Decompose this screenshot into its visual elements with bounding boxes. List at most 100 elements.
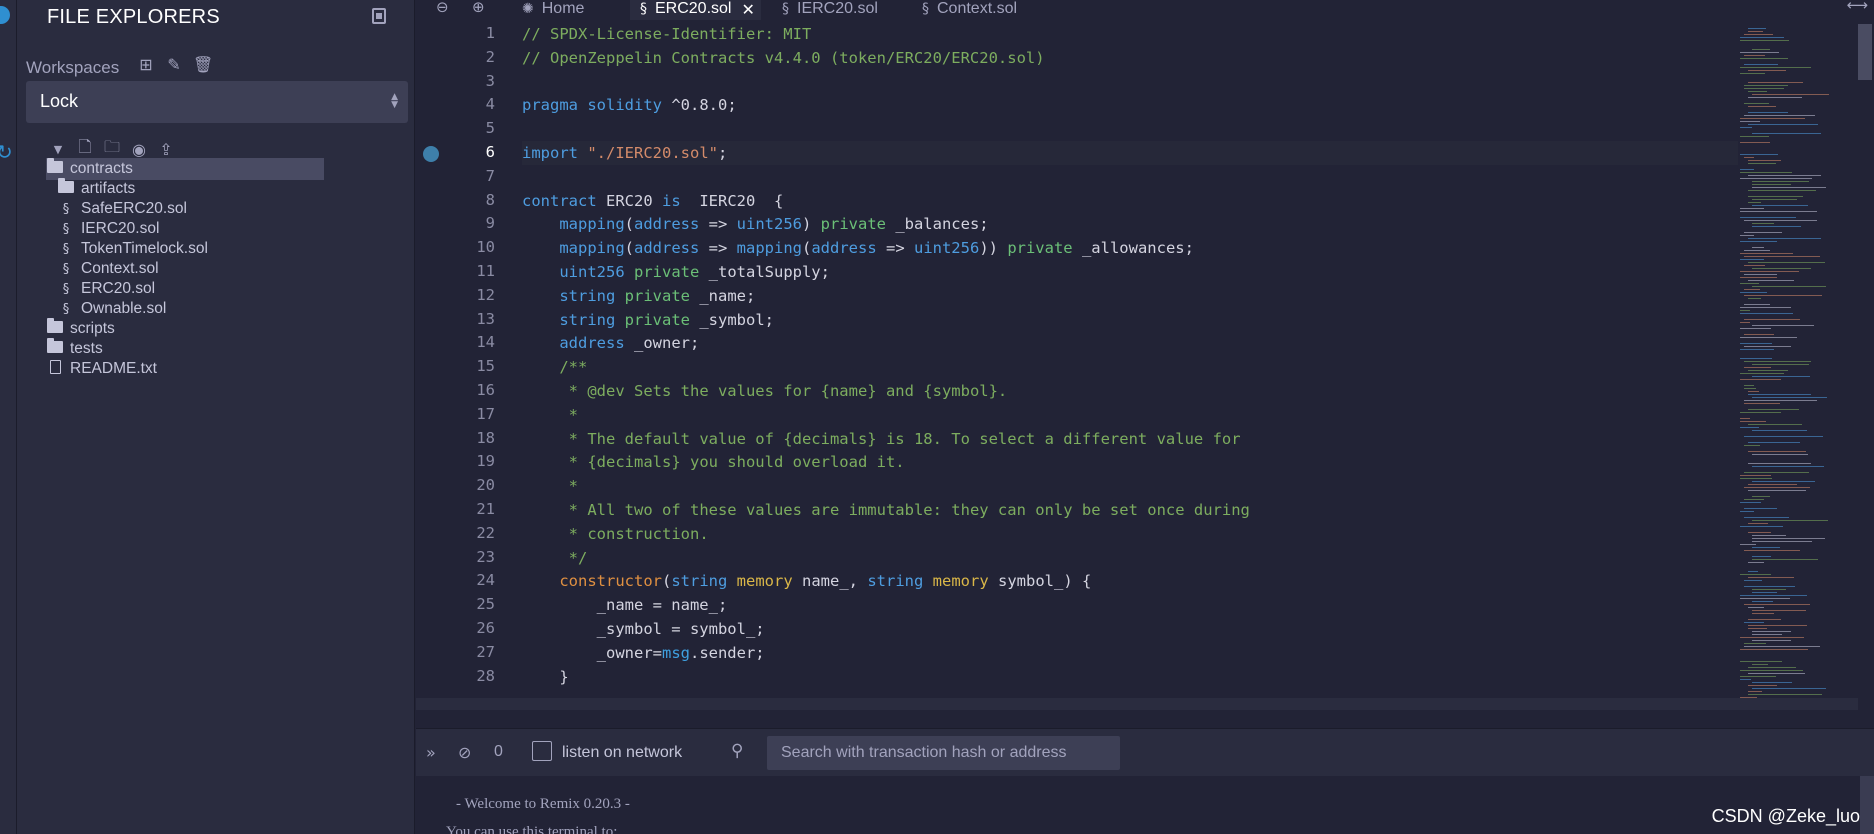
line-number[interactable]: 24 — [445, 571, 495, 589]
line-number[interactable]: 18 — [445, 429, 495, 447]
code-editor[interactable]: 1 2 3 4 5 6 7 8 9 10 11 12 13 14 15 16 17 18 19 20 21 22 23 24 2… — [416, 24, 1858, 698]
documentation-icon[interactable] — [372, 8, 386, 24]
code-line[interactable]: address _owner; — [522, 331, 1752, 355]
line-number[interactable]: 15 — [445, 357, 495, 375]
tab-home[interactable]: ✺ Home — [516, 0, 590, 20]
tab-ierc20[interactable]: § IERC20.sol — [772, 0, 884, 20]
line-number[interactable]: 17 — [445, 405, 495, 423]
line-number[interactable]: 27 — [445, 643, 495, 661]
tree-item-erc20[interactable]: § ERC20.sol — [57, 278, 155, 300]
editor-horizontal-scrollbar[interactable] — [416, 698, 1858, 710]
terminal-scrollbar[interactable] — [1860, 776, 1874, 834]
code-line[interactable]: mapping(address => mapping(address => ui… — [522, 236, 1752, 260]
line-number[interactable]: 11 — [445, 262, 495, 280]
line-number[interactable]: 14 — [445, 333, 495, 351]
line-number[interactable]: 6 — [445, 143, 495, 161]
expand-icon[interactable]: ⟷ — [1846, 0, 1868, 14]
tree-item-safeerc20[interactable]: § SafeERC20.sol — [57, 198, 187, 220]
code-line[interactable]: string private _symbol; — [522, 308, 1752, 332]
tab-erc20[interactable]: § ERC20.sol ✕ — [630, 0, 761, 20]
minimap-line — [1740, 283, 1759, 284]
code-line[interactable] — [522, 117, 1752, 141]
create-workspace-icon[interactable]: ⊞ — [137, 56, 155, 74]
breakpoint-marker[interactable] — [423, 146, 439, 162]
code-line[interactable]: * {decimals} you should overload it. — [522, 450, 1752, 474]
code-line[interactable]: _name = name_; — [522, 593, 1752, 617]
collapse-caret-icon[interactable]: ▼ — [49, 143, 67, 156]
line-number[interactable]: 7 — [445, 167, 495, 185]
zoom-out-icon[interactable]: ⊖ — [436, 0, 449, 16]
zoom-in-icon[interactable]: ⊕ — [472, 0, 485, 16]
tree-item-artifacts[interactable]: artifacts — [57, 178, 135, 200]
code-line[interactable]: contract ERC20 is IERC20 { — [522, 189, 1752, 213]
editor-vertical-scrollbar[interactable] — [1858, 24, 1872, 80]
code-line[interactable]: * @dev Sets the values for {name} and {s… — [522, 379, 1752, 403]
line-number[interactable]: 13 — [445, 310, 495, 328]
code-line[interactable] — [522, 165, 1752, 189]
tree-item-context[interactable]: § Context.sol — [57, 258, 159, 280]
tree-item-ierc20[interactable]: § IERC20.sol — [57, 218, 160, 240]
upload-icon[interactable]: ⇪ — [157, 140, 175, 159]
line-number[interactable]: 8 — [445, 191, 495, 209]
line-number[interactable]: 4 — [445, 95, 495, 113]
code-area[interactable]: // SPDX-License-Identifier: MIT // OpenZe… — [522, 24, 1752, 698]
line-number[interactable]: 12 — [445, 286, 495, 304]
code-line[interactable]: _owner=msg.sender; — [522, 641, 1752, 665]
tree-item-readme[interactable]: README.txt — [46, 358, 157, 380]
line-number[interactable]: 3 — [445, 72, 495, 90]
workspace-select[interactable]: Lock ▲ ▼ — [26, 81, 408, 123]
toggle-terminal-icon[interactable]: » — [426, 743, 436, 762]
tree-item-contracts[interactable]: contracts — [46, 158, 324, 180]
line-number[interactable]: 21 — [445, 500, 495, 518]
clear-console-icon[interactable]: ⊘ — [458, 743, 471, 762]
code-line[interactable]: mapping(address => uint256) private _bal… — [522, 212, 1752, 236]
delete-workspace-icon[interactable]: 🗑 — [193, 56, 213, 74]
line-number[interactable]: 28 — [445, 667, 495, 685]
code-line[interactable]: _symbol = symbol_; — [522, 617, 1752, 641]
line-number[interactable]: 5 — [445, 119, 495, 137]
code-line[interactable]: * All two of these values are immutable:… — [522, 498, 1752, 522]
transaction-search-input[interactable] — [767, 736, 1120, 770]
code-token: _symbol = symbol_; — [522, 620, 765, 638]
line-number[interactable]: 9 — [445, 214, 495, 232]
code-line[interactable]: * — [522, 474, 1752, 498]
tree-item-ownable[interactable]: § Ownable.sol — [57, 298, 167, 320]
code-line[interactable] — [522, 70, 1752, 94]
line-number[interactable]: 26 — [445, 619, 495, 637]
tree-item-tokentimelock[interactable]: § TokenTimelock.sol — [57, 238, 208, 260]
line-number[interactable]: 19 — [445, 452, 495, 470]
refresh-icon[interactable]: ↻ — [0, 140, 13, 164]
line-number[interactable]: 22 — [445, 524, 495, 542]
code-line[interactable]: pragma solidity ^0.8.0; — [522, 93, 1752, 117]
line-number[interactable]: 2 — [445, 48, 495, 66]
line-number[interactable]: 1 — [445, 24, 495, 42]
tab-context[interactable]: § Context.sol — [912, 0, 1023, 20]
tree-item-scripts[interactable]: scripts — [46, 318, 115, 340]
line-number[interactable]: 25 — [445, 595, 495, 613]
code-line[interactable]: constructor(string memory name_, string … — [522, 569, 1752, 593]
line-number[interactable]: 20 — [445, 476, 495, 494]
minimap[interactable] — [1738, 24, 1856, 698]
code-line[interactable]: * — [522, 403, 1752, 427]
remix-logo-icon[interactable] — [0, 6, 10, 24]
code-line[interactable]: * The default value of {decimals} is 18.… — [522, 427, 1752, 451]
line-number[interactable]: 23 — [445, 548, 495, 566]
code-line[interactable]: } — [522, 665, 1752, 689]
code-token: mapping — [559, 215, 625, 233]
rename-workspace-icon[interactable]: ✎ — [165, 56, 183, 74]
code-line[interactable]: // SPDX-License-Identifier: MIT — [522, 24, 1752, 46]
code-line[interactable]: // OpenZeppelin Contracts v4.4.0 (token/… — [522, 46, 1752, 70]
code-line[interactable]: import "./IERC20.sol"; — [522, 141, 1752, 165]
tree-item-tests[interactable]: tests — [46, 338, 103, 360]
line-number[interactable]: 16 — [445, 381, 495, 399]
code-token: * construction. — [568, 525, 709, 543]
code-line[interactable]: string private _name; — [522, 284, 1752, 308]
line-number[interactable]: 10 — [445, 238, 495, 256]
code-line[interactable]: */ — [522, 546, 1752, 570]
github-icon[interactable]: ◉ — [130, 140, 148, 159]
code-line[interactable]: /** — [522, 355, 1752, 379]
code-line[interactable]: * construction. — [522, 522, 1752, 546]
close-tab-icon[interactable]: ✕ — [741, 0, 754, 19]
listen-network-checkbox[interactable] — [532, 741, 552, 761]
code-line[interactable]: uint256 private _totalSupply; — [522, 260, 1752, 284]
